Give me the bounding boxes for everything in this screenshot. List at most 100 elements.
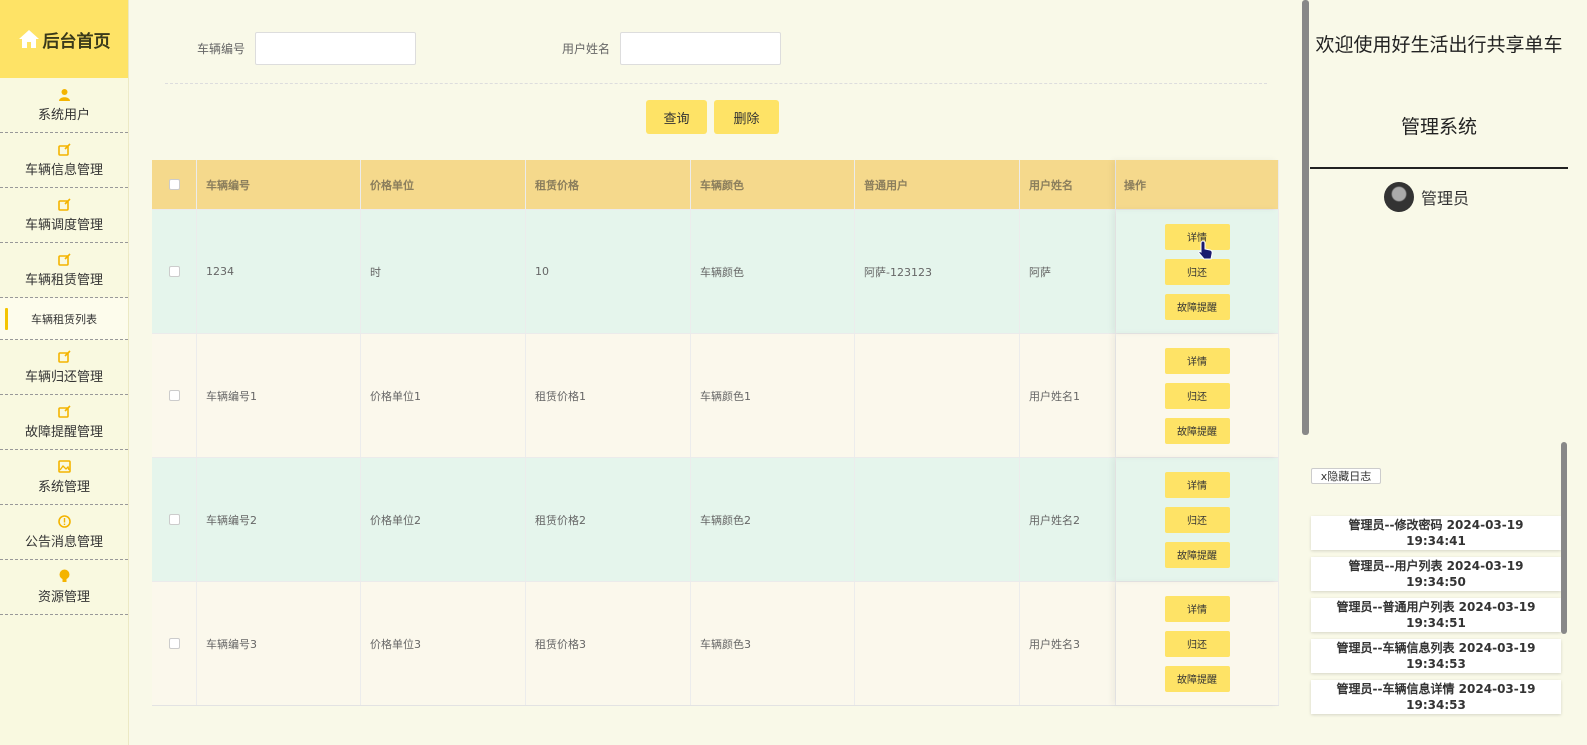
delete-button[interactable]: 删除 <box>714 100 779 134</box>
row-actions: 详情 归还 故障提醒 <box>1116 582 1279 705</box>
rental-table: 车辆编号 价格单位 租赁价格 车辆颜色 普通用户 用户姓名 操作 1234 时 … <box>152 160 1279 706</box>
select-all-checkbox[interactable] <box>168 179 180 190</box>
table-cell: 价格单位3 <box>361 582 526 705</box>
table-cell: 价格单位1 <box>361 334 526 457</box>
search-bar: 车辆编号 用户姓名 <box>197 32 782 65</box>
sidebar-item-system-management[interactable]: 系统管理 <box>0 450 128 505</box>
edit-icon <box>57 252 71 266</box>
table-cell: 车辆颜色1 <box>691 334 855 457</box>
table-cell: 车辆颜色2 <box>691 458 855 581</box>
home-logo[interactable]: 后台首页 <box>0 0 128 78</box>
table-row: 车辆编号3 价格单位3 租赁价格3 车辆颜色3 用户姓名3 详情 归还 故障提醒 <box>152 581 1279 705</box>
table-cell: 租赁价格1 <box>526 334 691 457</box>
user-name-label: 用户姓名 <box>562 42 611 56</box>
user-info[interactable]: 管理员 <box>1384 182 1469 212</box>
table-cell: 用户姓名2 <box>1020 458 1116 581</box>
detail-button[interactable]: 详情 <box>1164 223 1230 250</box>
welcome-title-line1: 欢迎使用好生活出行共享单车 <box>1315 34 1563 56</box>
divider <box>165 83 1267 84</box>
user-name-input[interactable] <box>620 32 782 65</box>
sidebar-item-announcements[interactable]: 公告消息管理 <box>0 505 128 560</box>
image-icon <box>57 459 71 473</box>
table-cell: 车辆编号3 <box>197 582 361 705</box>
sidebar-item-label: 资源管理 <box>37 590 90 605</box>
sidebar-item-fault-reminder[interactable]: 故障提醒管理 <box>0 395 128 450</box>
sidebar-item-label: 车辆归还管理 <box>24 369 103 385</box>
fault-reminder-button[interactable]: 故障提醒 <box>1164 665 1230 692</box>
info-icon <box>57 514 71 528</box>
row-checkbox[interactable] <box>168 266 180 277</box>
fault-reminder-button[interactable]: 故障提醒 <box>1164 417 1230 444</box>
edit-icon <box>57 349 71 363</box>
sidebar-item-label: 车辆信息管理 <box>24 162 103 178</box>
sidebar-item-label: 车辆调度管理 <box>24 217 103 233</box>
header-cell: 用户姓名 <box>1020 160 1116 209</box>
log-item: 管理员--车辆信息列表 2024-03-19 19:34:53 <box>1311 639 1561 673</box>
header-cell: 车辆编号 <box>197 160 361 209</box>
avatar <box>1384 182 1414 212</box>
log-list: 管理员--修改密码 2024-03-19 19:34:41 管理员--用户列表 … <box>1311 516 1561 721</box>
table-row: 1234 时 10 车辆颜色 阿萨-123123 阿萨 详情 归还 故障提醒 <box>152 209 1279 333</box>
table-cell: 车辆编号2 <box>197 458 361 581</box>
welcome-banner: 欢迎使用好生活出行共享单车 管理系统 <box>1310 30 1568 142</box>
hide-log-button[interactable]: x隐藏日志 <box>1311 468 1381 484</box>
return-button[interactable]: 归还 <box>1164 506 1230 533</box>
sidebar-item-vehicle-return[interactable]: 车辆归还管理 <box>0 340 128 395</box>
return-button[interactable]: 归还 <box>1164 630 1230 657</box>
table-cell <box>855 582 1020 705</box>
table-cell: 用户姓名3 <box>1020 582 1116 705</box>
sidebar-item-system-users[interactable]: 系统用户 <box>0 78 128 133</box>
sidebar-item-label: 系统管理 <box>37 479 90 495</box>
sidebar-item-vehicle-info[interactable]: 车辆信息管理 <box>0 133 128 188</box>
fault-reminder-button[interactable]: 故障提醒 <box>1164 293 1230 320</box>
table-cell <box>855 334 1020 457</box>
table-cell: 价格单位2 <box>361 458 526 581</box>
sidebar-item-label: 系统用户 <box>37 107 90 123</box>
table-cell: 车辆颜色3 <box>691 582 855 705</box>
sidebar-item-label: 公告消息管理 <box>24 534 103 550</box>
table-cell: 用户姓名1 <box>1020 334 1116 457</box>
header-cell: 车辆颜色 <box>691 160 855 209</box>
row-checkbox[interactable] <box>168 390 180 401</box>
query-button[interactable]: 查询 <box>646 100 707 134</box>
table-cell: 阿萨-123123 <box>855 210 1020 333</box>
detail-button[interactable]: 详情 <box>1164 347 1230 374</box>
sidebar-item-vehicle-dispatch[interactable]: 车辆调度管理 <box>0 188 128 243</box>
pointer-cursor-icon <box>1198 240 1213 260</box>
detail-button[interactable]: 详情 <box>1164 595 1230 622</box>
detail-button[interactable]: 详情 <box>1164 471 1230 498</box>
row-checkbox[interactable] <box>168 638 180 649</box>
edit-icon <box>57 404 71 418</box>
table-cell: 阿萨 <box>1020 210 1116 333</box>
username: 管理员 <box>1421 189 1470 208</box>
sidebar-item-vehicle-rental[interactable]: 车辆租赁管理 <box>0 243 128 298</box>
table-cell: 10 <box>526 210 691 333</box>
table-cell: 时 <box>361 210 526 333</box>
sidebar-item-resources[interactable]: 资源管理 <box>0 560 128 615</box>
logo-title: 后台首页 <box>42 31 111 52</box>
welcome-title-line2: 管理系统 <box>1400 116 1477 138</box>
table-cell <box>855 458 1020 581</box>
log-scrollbar[interactable] <box>1561 442 1567 634</box>
header-cell: 价格单位 <box>361 160 526 209</box>
row-actions: 详情 归还 故障提醒 <box>1116 334 1279 457</box>
sidebar-item-label: 故障提醒管理 <box>24 424 103 440</box>
fault-reminder-button[interactable]: 故障提醒 <box>1164 541 1230 568</box>
header-cell: 操作 <box>1116 160 1279 209</box>
table-row: 车辆编号2 价格单位2 租赁价格2 车辆颜色2 用户姓名2 详情 归还 故障提醒 <box>152 457 1279 581</box>
vehicle-no-input[interactable] <box>255 32 417 65</box>
sidebar-subitem-rental-list[interactable]: 车辆租赁列表 <box>0 298 128 340</box>
table-row: 车辆编号1 价格单位1 租赁价格1 车辆颜色1 用户姓名1 详情 归还 故障提醒 <box>152 333 1279 457</box>
sidebar: 后台首页 系统用户 车辆信息管理 车辆调度管理 车辆租赁管理 车辆租赁列表 车辆… <box>0 0 129 745</box>
edit-icon <box>57 142 71 156</box>
table-cell: 租赁价格3 <box>526 582 691 705</box>
row-actions: 详情 归还 故障提醒 <box>1116 210 1279 333</box>
row-checkbox[interactable] <box>168 514 180 525</box>
return-button[interactable]: 归还 <box>1164 382 1230 409</box>
active-indicator <box>5 308 8 330</box>
header-cell: 普通用户 <box>855 160 1020 209</box>
return-button[interactable]: 归还 <box>1164 258 1230 285</box>
divider <box>1310 167 1568 169</box>
main-scrollbar[interactable] <box>1302 0 1309 435</box>
right-panel: 欢迎使用好生活出行共享单车 管理系统 管理员 x隐藏日志 管理员--修改密码 2… <box>1310 0 1568 745</box>
